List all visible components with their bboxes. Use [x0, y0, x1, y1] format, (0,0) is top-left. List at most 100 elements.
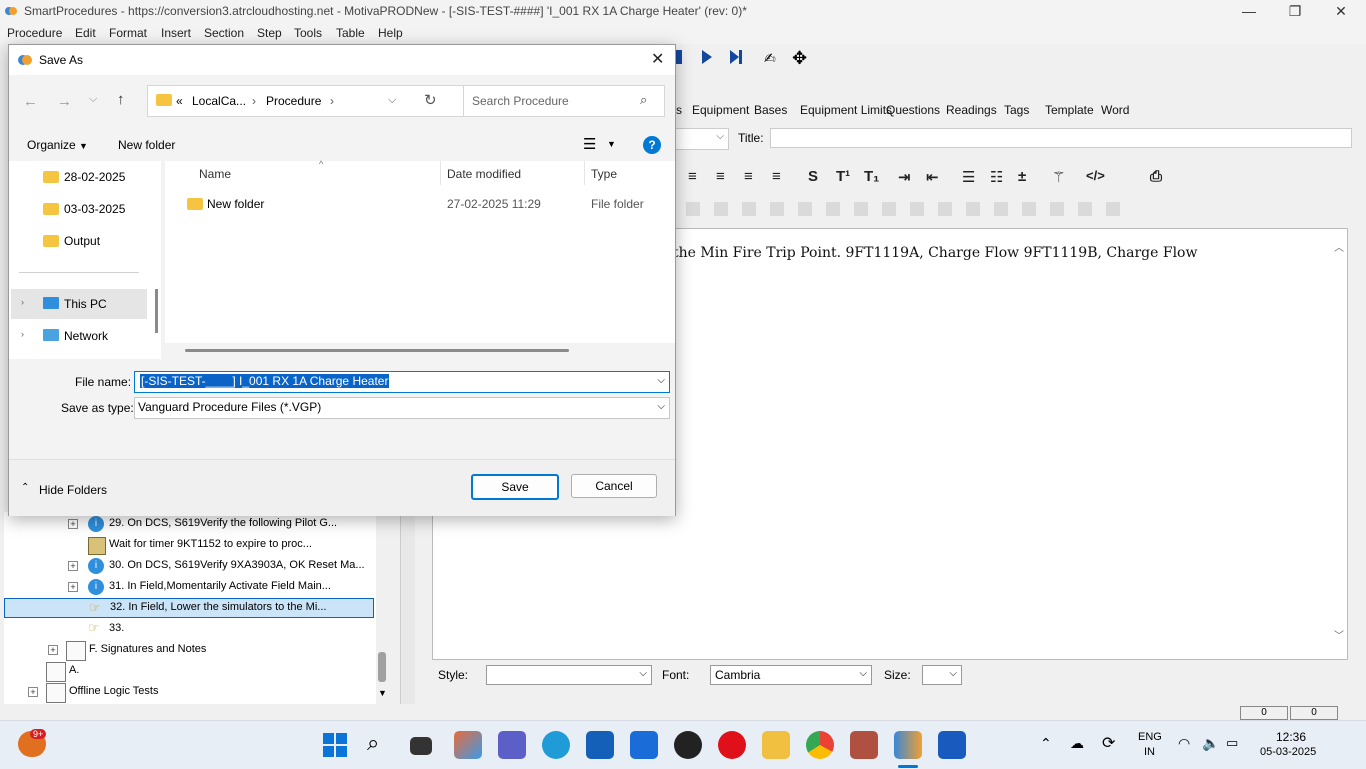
- expand-icon[interactable]: +: [68, 582, 78, 592]
- nav-item[interactable]: 28-02-2025: [9, 165, 149, 189]
- insert-line-icon[interactable]: ±: [1018, 168, 1026, 185]
- expand-icon[interactable]: +: [48, 645, 58, 655]
- dell-icon[interactable]: [674, 731, 702, 759]
- new-folder-button[interactable]: New folder: [118, 138, 175, 152]
- breadcrumb-localcache[interactable]: LocalCa...: [192, 94, 246, 108]
- scroll-thumb[interactable]: [185, 349, 569, 352]
- superscript-icon[interactable]: T¹: [836, 168, 850, 185]
- align-center-icon[interactable]: ≡: [716, 168, 725, 185]
- chevron-right-icon[interactable]: ›: [21, 329, 24, 339]
- breadcrumb-overflow[interactable]: «: [176, 94, 183, 108]
- expand-icon[interactable]: +: [68, 561, 78, 571]
- scroll-up-icon[interactable]: ︿: [1334, 239, 1344, 254]
- editor-scrollbar[interactable]: ︿ ﹀: [1331, 229, 1347, 659]
- tab-partial[interactable]: s: [676, 103, 682, 117]
- nav-scrollbar[interactable]: [155, 289, 158, 333]
- align-right-icon[interactable]: ≡: [744, 168, 753, 185]
- tree-row[interactable]: + i 31. In Field,Momentarily Activate Fi…: [4, 577, 374, 597]
- tree-row[interactable]: ☞ 33.: [4, 619, 374, 639]
- tab-readings[interactable]: Readings: [946, 103, 997, 117]
- scroll-down-icon[interactable]: ▼: [378, 688, 387, 698]
- tab-questions[interactable]: Questions: [886, 103, 940, 117]
- file-row[interactable]: New folder 27-02-2025 11:29 File folder: [165, 193, 671, 217]
- recent-locations-icon[interactable]: ⌵: [89, 93, 97, 106]
- menu-table[interactable]: Table: [336, 26, 365, 40]
- view-options-icon[interactable]: ☰: [583, 135, 596, 153]
- hide-folders-toggle[interactable]: ⌃ Hide Folders: [21, 482, 121, 500]
- align-left-icon[interactable]: ≡: [688, 168, 697, 185]
- nav-item-network[interactable]: › Network: [11, 323, 147, 349]
- close-icon[interactable]: ✕: [1318, 0, 1364, 24]
- search-box[interactable]: Search Procedure ⌕: [463, 85, 665, 117]
- clock-time[interactable]: 12:36: [1276, 730, 1306, 744]
- sync-icon[interactable]: ⟳: [1102, 733, 1115, 753]
- numbered-list-icon[interactable]: ☷: [990, 168, 1003, 186]
- bullet-list-icon[interactable]: ☰: [962, 168, 975, 186]
- save-type-select[interactable]: Vanguard Procedure Files (*.VGP) ⌵: [134, 397, 670, 419]
- last-icon[interactable]: [728, 48, 744, 69]
- minimize-icon[interactable]: —: [1226, 0, 1272, 24]
- language-line2[interactable]: IN: [1144, 746, 1155, 758]
- file-name-field[interactable]: [-SIS-TEST-____] I_001 RX 1A Charge Heat…: [134, 371, 670, 393]
- indent-icon[interactable]: ⇥: [898, 168, 911, 186]
- caret-down-icon[interactable]: ▼: [607, 139, 616, 149]
- magic-wand-icon[interactable]: ⚚: [1052, 168, 1065, 186]
- search-input[interactable]: Search Procedure: [472, 94, 569, 108]
- next-icon[interactable]: [700, 48, 714, 69]
- tree-row[interactable]: + Offline Logic Tests: [4, 682, 374, 703]
- menu-format[interactable]: Format: [109, 26, 147, 40]
- volume-icon[interactable]: 🔈: [1202, 735, 1219, 752]
- tab-bases[interactable]: Bases: [754, 103, 787, 117]
- menu-tools[interactable]: Tools: [294, 26, 322, 40]
- wifi-icon[interactable]: ◠: [1178, 735, 1190, 752]
- tab-tags[interactable]: Tags: [1004, 103, 1029, 117]
- horizontal-scrollbar[interactable]: [165, 343, 675, 359]
- size-select[interactable]: ⌵: [922, 665, 962, 685]
- font-select[interactable]: Cambria ⌵: [710, 665, 872, 685]
- move-icon[interactable]: ✥: [792, 48, 807, 69]
- cancel-button[interactable]: Cancel: [571, 474, 657, 498]
- pane-splitter[interactable]: [400, 512, 415, 704]
- nav-item[interactable]: Output: [9, 229, 149, 253]
- copilot-icon[interactable]: [454, 731, 482, 759]
- task-view-icon[interactable]: [410, 737, 432, 755]
- style-select[interactable]: ⌵: [486, 665, 652, 685]
- cloud-icon[interactable]: ☁: [1070, 735, 1084, 752]
- tab-equipment[interactable]: Equipment: [692, 103, 749, 117]
- chevron-down-icon[interactable]: ⌵: [388, 94, 396, 107]
- forward-icon[interactable]: →: [57, 93, 72, 110]
- chrome-icon[interactable]: [806, 731, 834, 759]
- column-type[interactable]: Type: [591, 167, 617, 181]
- tree-row-selected[interactable]: ☞ 32. In Field, Lower the simulators to …: [4, 598, 374, 618]
- justify-icon[interactable]: ≡: [772, 168, 781, 185]
- chevron-down-icon[interactable]: ⌵: [657, 375, 665, 386]
- breadcrumb-procedure[interactable]: Procedure: [266, 94, 321, 108]
- tab-equipment-limits[interactable]: Equipment Limits: [800, 103, 892, 117]
- refresh-icon[interactable]: ↻: [424, 91, 437, 109]
- menu-help[interactable]: Help: [378, 26, 403, 40]
- tab-template[interactable]: Template: [1045, 103, 1094, 117]
- expand-icon[interactable]: +: [68, 519, 78, 529]
- language-line1[interactable]: ENG: [1138, 731, 1162, 743]
- tree-row[interactable]: A.: [4, 661, 374, 682]
- prev-icon[interactable]: [676, 50, 682, 64]
- menu-step[interactable]: Step: [257, 26, 282, 40]
- teams-icon[interactable]: [498, 731, 526, 759]
- outdent-icon[interactable]: ⇤: [926, 168, 939, 186]
- organize-button[interactable]: Organize ▼: [27, 138, 88, 152]
- menu-edit[interactable]: Edit: [75, 26, 96, 40]
- tree-row[interactable]: + i 29. On DCS, S619Verify the following…: [4, 514, 374, 534]
- nav-item[interactable]: 03-03-2025: [9, 197, 149, 221]
- opera-icon[interactable]: [718, 731, 746, 759]
- print-icon[interactable]: ⎙: [1150, 168, 1162, 185]
- smartprocedures-icon[interactable]: [894, 731, 922, 759]
- column-date[interactable]: Date modified: [447, 167, 521, 181]
- up-icon[interactable]: ↑: [117, 91, 125, 108]
- menu-insert[interactable]: Insert: [161, 26, 191, 40]
- edge-icon[interactable]: [542, 731, 570, 759]
- menu-section[interactable]: Section: [204, 26, 244, 40]
- power-automate-icon[interactable]: [630, 731, 658, 759]
- spellcheck-icon[interactable]: ✍: [764, 50, 776, 67]
- tree-row[interactable]: + F. Signatures and Notes: [4, 640, 374, 661]
- file-explorer-icon[interactable]: [762, 731, 790, 759]
